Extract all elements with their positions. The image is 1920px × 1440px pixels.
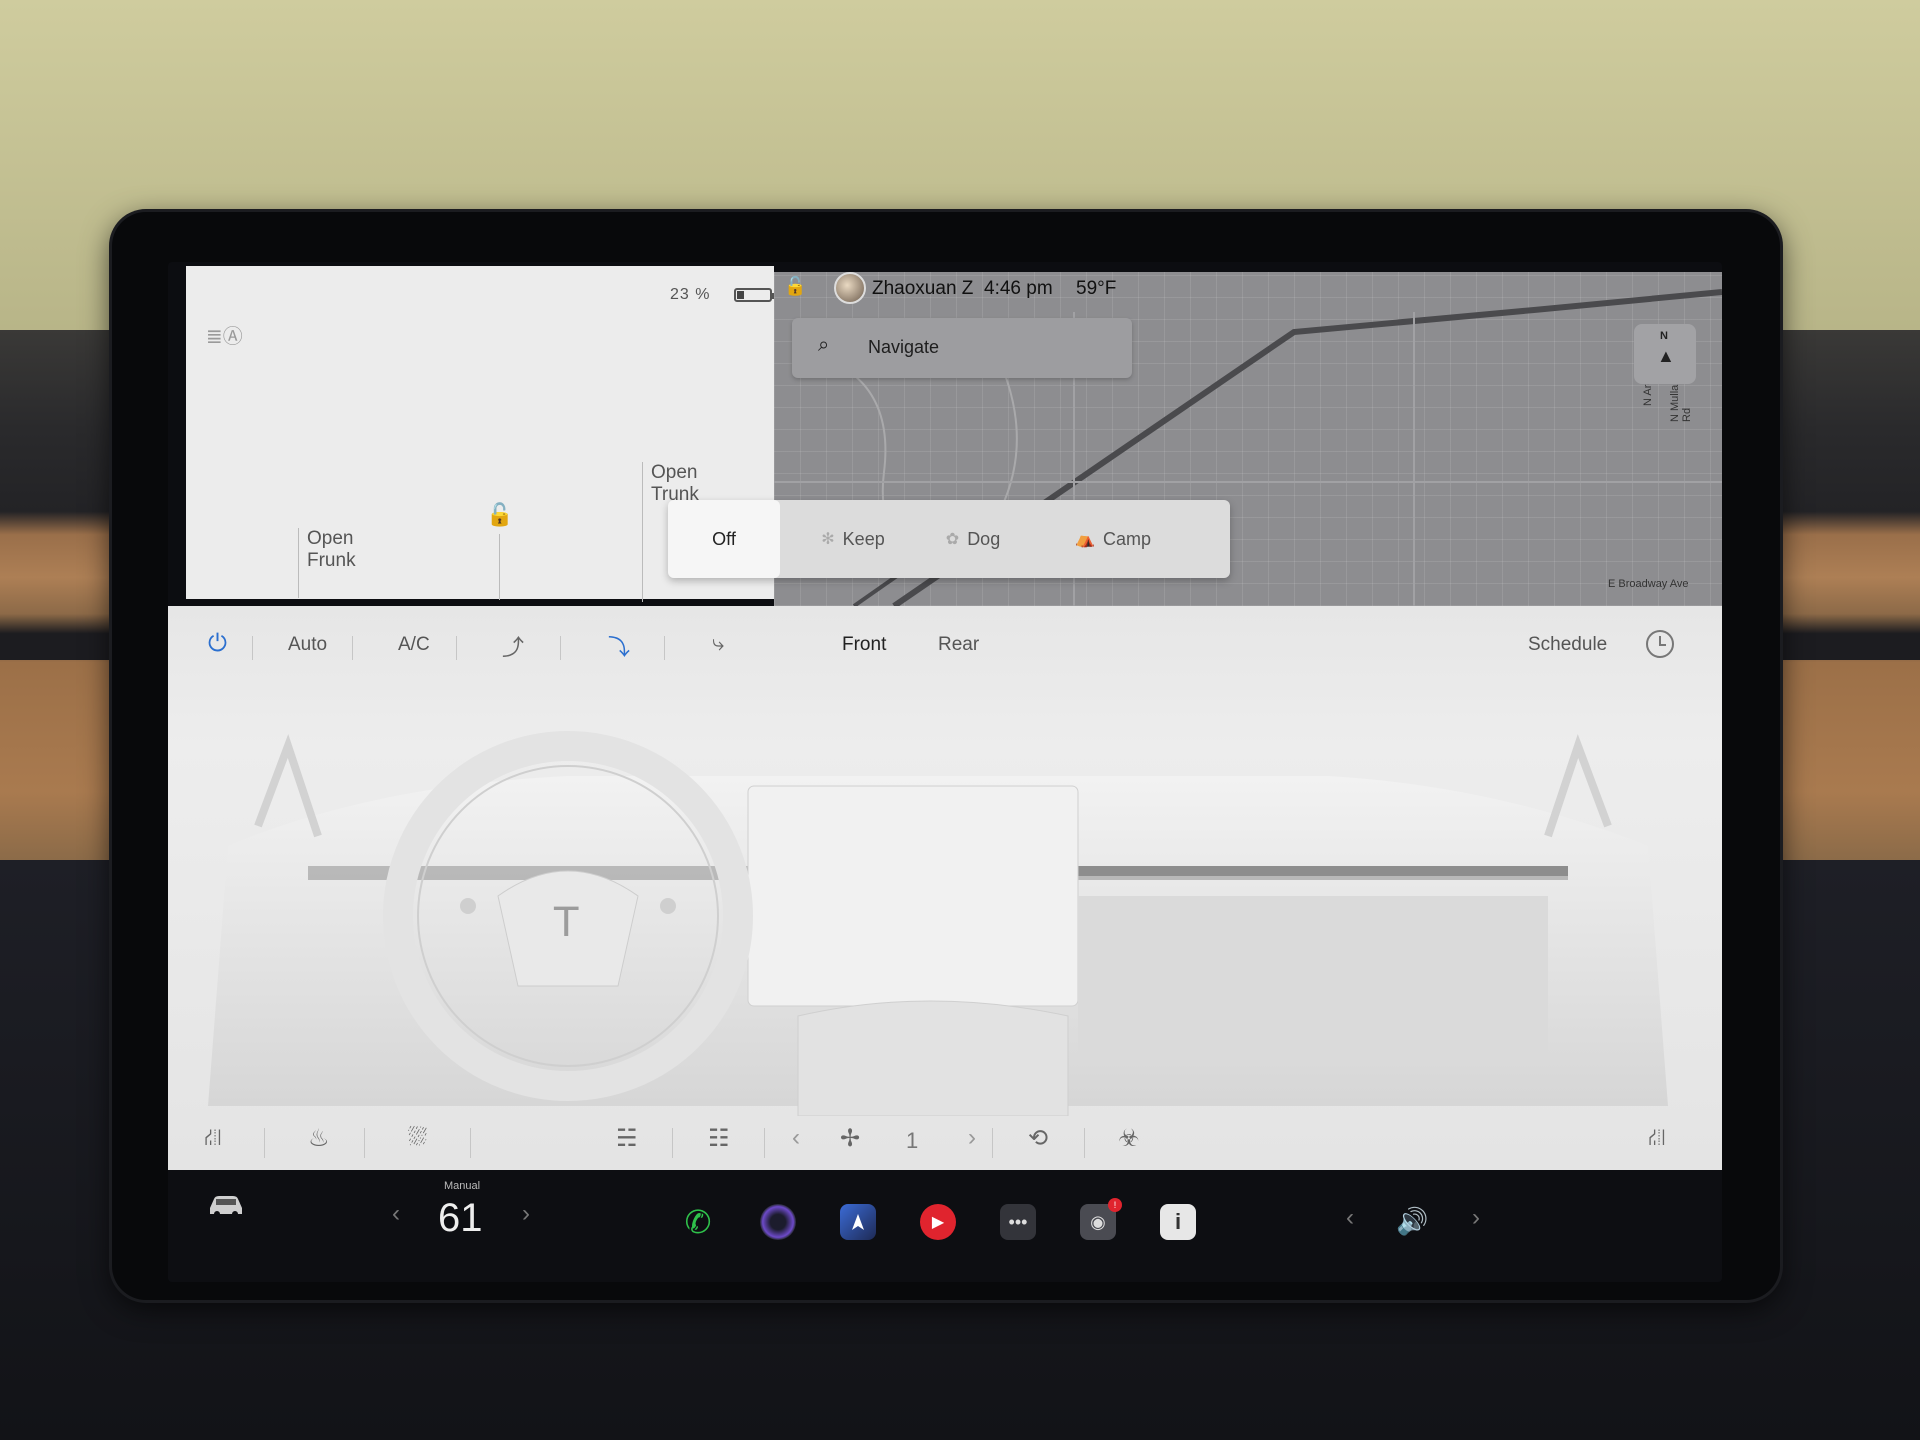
climate-power-icon[interactable]: ⏻ xyxy=(208,630,227,658)
climate-bottom-bar: ⛜ ♨ ⛆ ☵ ☷ ‹ ✢ 1 › ⟲ ☣ ⛜ xyxy=(168,1114,1722,1170)
divider xyxy=(992,1128,993,1158)
avatar[interactable] xyxy=(834,272,866,304)
navigation-app-icon[interactable] xyxy=(840,1204,876,1240)
clock-icon[interactable] xyxy=(1646,630,1674,658)
volume-icon[interactable]: 🔊 xyxy=(1396,1206,1428,1237)
volume-increase-chevron-icon[interactable]: › xyxy=(1472,1204,1480,1232)
front-defrost-icon[interactable]: ☵ xyxy=(616,1124,638,1153)
tent-icon: ⛺ xyxy=(1075,531,1095,548)
driver-seat-heater-icon[interactable]: ⛜ xyxy=(204,1124,222,1154)
mode-keep-label: Keep xyxy=(842,528,885,549)
mode-camp[interactable]: ⛺ Camp xyxy=(1048,500,1178,578)
navigate-placeholder: Navigate xyxy=(868,337,940,357)
top-status-bar: 🔓 Zhaoxuan Z 4:46 pm 59°F xyxy=(774,266,1722,312)
car-icon[interactable] xyxy=(206,1192,246,1218)
compass-button[interactable]: N ▲ xyxy=(1634,324,1696,384)
speed-value: 61 xyxy=(438,1196,483,1240)
divider xyxy=(664,636,665,660)
front-zone-tab[interactable]: Front xyxy=(842,634,886,656)
climate-auto-button[interactable]: Auto xyxy=(288,634,327,656)
svg-text:T: T xyxy=(553,900,579,946)
divider xyxy=(470,1128,471,1158)
airflow-windshield-icon[interactable]: ⤷ xyxy=(712,630,724,656)
battery-fill xyxy=(737,291,744,299)
cabin-illustration: T xyxy=(208,731,1668,1116)
mode-off-label: Off xyxy=(712,528,736,549)
battery-icon xyxy=(734,288,775,302)
steering-wheel-heater-icon[interactable]: ♨ xyxy=(308,1124,330,1153)
recirculation-icon[interactable]: ⟲ xyxy=(1028,1124,1048,1153)
speed-decrease-chevron-icon[interactable]: ‹ xyxy=(392,1200,400,1228)
open-frunk-button[interactable]: Open Frunk xyxy=(298,528,356,598)
paw-icon: ✿ xyxy=(945,531,960,548)
mode-off[interactable]: Off xyxy=(668,500,780,578)
mode-keep[interactable]: ✻ Keep xyxy=(798,500,908,578)
schedule-button[interactable]: Schedule xyxy=(1528,634,1607,656)
climate-toolbar: ⏻ Auto A/C ⤴ ⤵ ⤷ Front Rear Schedule xyxy=(168,606,1722,686)
fan-icon: ✻ xyxy=(821,531,835,548)
street-label: E Broadway Ave xyxy=(1608,578,1689,590)
rear-defrost-icon[interactable]: ☷ xyxy=(708,1124,730,1153)
car-unlock-icon[interactable]: 🔓 xyxy=(486,502,513,528)
divider xyxy=(364,1128,365,1158)
camera-app-icon[interactable] xyxy=(760,1204,796,1240)
fan-speed-value: 1 xyxy=(906,1128,919,1153)
auto-headlights-icon[interactable]: ≣Ⓐ xyxy=(206,320,243,349)
lock-divider xyxy=(499,534,500,600)
divider xyxy=(560,636,561,660)
divider xyxy=(252,636,253,660)
dashcam-icon[interactable]: ◉! xyxy=(1080,1198,1122,1240)
open-trunk-label: Open Trunk xyxy=(651,462,699,505)
fan-icon: ✢ xyxy=(840,1125,861,1152)
divider xyxy=(456,636,457,660)
speed-increase-chevron-icon[interactable]: › xyxy=(522,1200,530,1228)
touchscreen: ≣Ⓐ 23 % Open Frunk Open Trunk 🔓 N Argonn… xyxy=(168,262,1722,1282)
bioweapon-defense-icon[interactable]: ☣ xyxy=(1118,1124,1140,1153)
more-apps-icon[interactable]: ••• xyxy=(1000,1204,1036,1240)
speed-mode-label: Manual xyxy=(444,1180,481,1192)
media-player-icon[interactable]: ▶ xyxy=(920,1204,956,1240)
climate-mode-selector: Off ✻ Keep ✿ Dog ⛺ Camp xyxy=(668,500,1230,578)
divider xyxy=(672,1128,673,1158)
airflow-feet-icon[interactable]: ⤵ xyxy=(608,630,630,662)
fan-increase-chevron-icon[interactable]: › xyxy=(968,1124,976,1152)
wiper-defrost-icon[interactable]: ⛆ xyxy=(408,1124,427,1152)
owners-manual-icon[interactable]: i xyxy=(1160,1204,1196,1240)
divider xyxy=(264,1128,265,1158)
passenger-seat-heater-icon[interactable]: ⛜ xyxy=(1648,1124,1666,1154)
divider xyxy=(352,636,353,660)
divider xyxy=(764,1128,765,1158)
compass-north-label: N xyxy=(1660,330,1668,342)
search-icon: ⌕ xyxy=(818,334,830,356)
taskbar: ‹ Manual 61 › ✆ ▶ ••• ◉! i ‹ 🔊 › xyxy=(168,1170,1722,1282)
mode-dog[interactable]: ✿ Dog xyxy=(918,500,1028,578)
airflow-face-icon[interactable]: ⤴ xyxy=(502,630,524,662)
north-arrow-icon: ▲ xyxy=(1657,346,1675,366)
climate-panel: ⏻ Auto A/C ⤴ ⤵ ⤷ Front Rear Schedule T ⛜… xyxy=(168,606,1722,1170)
ac-button[interactable]: A/C xyxy=(398,634,430,656)
mode-camp-label: Camp xyxy=(1102,528,1151,549)
phone-icon[interactable]: ✆ xyxy=(680,1204,716,1240)
divider xyxy=(1084,1128,1085,1158)
open-frunk-label: Open Frunk xyxy=(307,528,356,571)
lock-icon[interactable]: 🔓 xyxy=(784,276,806,297)
volume-decrease-chevron-icon[interactable]: ‹ xyxy=(1346,1204,1354,1232)
rear-zone-tab[interactable]: Rear xyxy=(938,634,979,656)
fan-decrease-chevron-icon[interactable]: ‹ xyxy=(792,1124,800,1152)
dashcam-badge: ! xyxy=(1108,1198,1122,1212)
battery-percent: 23 % xyxy=(670,286,711,303)
mode-dog-label: Dog xyxy=(967,528,1001,549)
outside-temperature: 59°F xyxy=(1076,278,1117,299)
navigate-search[interactable]: ⌕ Navigate xyxy=(792,318,1132,378)
driver-profile-name[interactable]: Zhaoxuan Z xyxy=(872,278,973,300)
clock: 4:46 pm xyxy=(984,278,1053,299)
